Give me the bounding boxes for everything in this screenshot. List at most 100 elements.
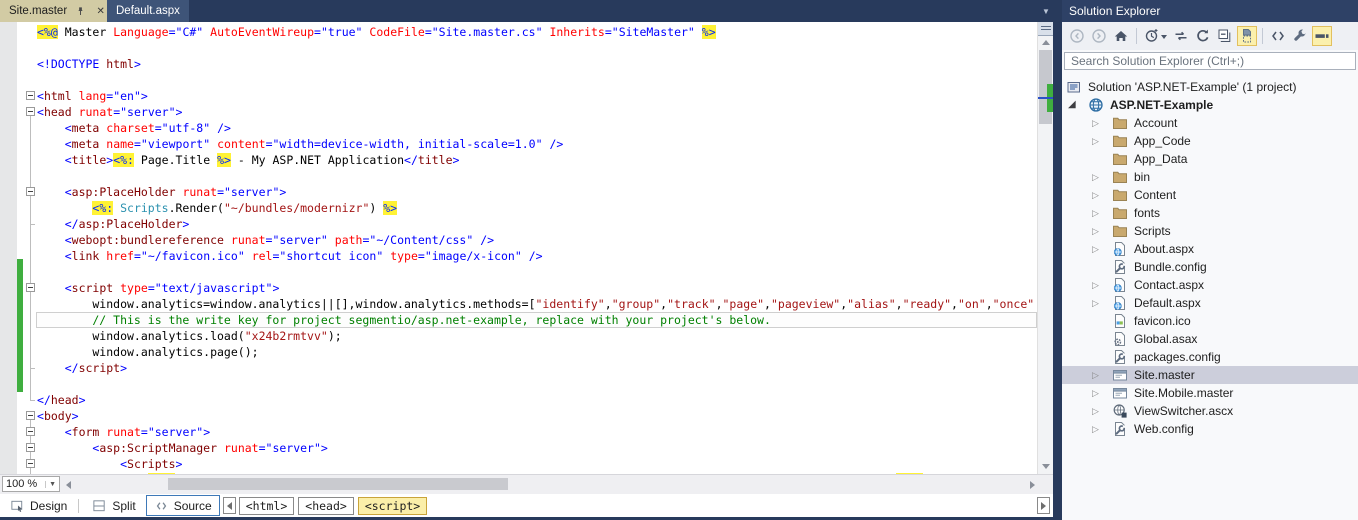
- properties-icon[interactable]: [1290, 26, 1310, 46]
- code-line-27[interactable]: <asp:ScriptManager runat="server">: [37, 440, 328, 456]
- history-icon[interactable]: [1142, 26, 1162, 46]
- tree-item-fonts[interactable]: ▷fonts: [1062, 204, 1358, 222]
- expand-arrow-icon[interactable]: ▷: [1092, 188, 1099, 202]
- scroll-left-icon[interactable]: [66, 481, 71, 489]
- view-code-icon[interactable]: [1268, 26, 1288, 46]
- scroll-right-icon[interactable]: [1030, 481, 1035, 489]
- tree-item-viewswitcher-ascx[interactable]: ▷ViewSwitcher.ascx: [1062, 402, 1358, 420]
- tree-item-favicon-ico[interactable]: favicon.ico: [1062, 312, 1358, 330]
- tab-site-master[interactable]: Site.master ✕: [0, 0, 116, 22]
- solution-explorer-search-input[interactable]: Search Solution Explorer (Ctrl+;): [1064, 52, 1356, 70]
- code-line-28[interactable]: <Scripts>: [37, 456, 182, 472]
- view-button-source[interactable]: Source: [146, 495, 220, 516]
- tree-item-label: packages.config: [1134, 350, 1221, 364]
- code-line-13[interactable]: </asp:PlaceHolder>: [37, 216, 189, 232]
- close-icon[interactable]: ✕: [94, 5, 107, 18]
- breadcrumb-scroll-left-button[interactable]: [223, 497, 236, 514]
- collapse-all-icon[interactable]: [1215, 26, 1235, 46]
- breadcrumb-tag-chip[interactable]: <head>: [298, 497, 354, 515]
- splitter-handle-icon[interactable]: [1038, 22, 1053, 36]
- tree-item-site-master[interactable]: ▷Site.master: [1062, 366, 1358, 384]
- pin-icon[interactable]: [74, 5, 87, 18]
- tree-item-global-asax[interactable]: Global.asax: [1062, 330, 1358, 348]
- document-well-dropdown-icon[interactable]: ▼: [1042, 7, 1050, 16]
- tree-item-site-mobile-master[interactable]: ▷Site.Mobile.master: [1062, 384, 1358, 402]
- tree-item-account[interactable]: ▷Account: [1062, 114, 1358, 132]
- expand-arrow-icon[interactable]: ▷: [1092, 404, 1099, 418]
- tree-item-default-aspx[interactable]: ▷Default.aspx: [1062, 294, 1358, 312]
- home-icon[interactable]: [1111, 26, 1131, 46]
- tree-item-about-aspx[interactable]: ▷About.aspx: [1062, 240, 1358, 258]
- expand-arrow-icon[interactable]: ▷: [1092, 296, 1099, 310]
- tree-item-web-config[interactable]: ▷Web.config: [1062, 420, 1358, 438]
- code-line-12[interactable]: <%: Scripts.Render("~/bundles/modernizr"…: [37, 200, 397, 216]
- editor-vertical-scrollbar[interactable]: [1037, 22, 1053, 474]
- refresh-icon[interactable]: [1193, 26, 1213, 46]
- back-icon[interactable]: [1067, 26, 1087, 46]
- code-line-5[interactable]: <html lang="en">: [37, 88, 148, 104]
- expand-arrow-icon[interactable]: ▷: [1092, 368, 1099, 382]
- breadcrumb-tag-chip[interactable]: <html>: [239, 497, 295, 515]
- code-line-14[interactable]: <webopt:bundlereference runat="server" p…: [37, 232, 494, 248]
- code-line-3[interactable]: <!DOCTYPE html>: [37, 56, 141, 72]
- expand-arrow-icon[interactable]: ▷: [1092, 224, 1099, 238]
- aspx-page-icon: [1112, 277, 1128, 293]
- view-button-design[interactable]: Design: [2, 495, 75, 516]
- solution-explorer-title[interactable]: Solution Explorer: [1062, 0, 1358, 22]
- code-line-11[interactable]: <asp:PlaceHolder runat="server">: [37, 184, 286, 200]
- config-icon: [1112, 349, 1128, 365]
- tree-item-label: bin: [1134, 170, 1150, 184]
- expand-arrow-icon[interactable]: ▷: [1092, 116, 1099, 130]
- expand-arrow-icon[interactable]: ▷: [1092, 422, 1099, 436]
- tree-item-contact-aspx[interactable]: ▷Contact.aspx: [1062, 276, 1358, 294]
- code-editor[interactable]: <%@ Master Language="C#" AutoEventWireup…: [0, 22, 1053, 474]
- solution-explorer-panel: Solution Explorer Search Solution Explor…: [1062, 0, 1358, 520]
- view-button-split[interactable]: Split: [84, 495, 143, 516]
- breadcrumb-tag-chip[interactable]: <script>: [358, 497, 427, 515]
- preview-selected-icon[interactable]: [1312, 26, 1332, 46]
- tab-default-aspx[interactable]: Default.aspx: [107, 0, 189, 22]
- code-line-18[interactable]: window.analytics=window.analytics||[],wi…: [37, 296, 1034, 312]
- scroll-up-icon[interactable]: [1042, 40, 1050, 45]
- tree-item-content[interactable]: ▷Content: [1062, 186, 1358, 204]
- tree-item-scripts[interactable]: ▷Scripts: [1062, 222, 1358, 240]
- code-line-15[interactable]: <link href="~/favicon.ico" rel="shortcut…: [37, 248, 543, 264]
- horizontal-scroll-thumb[interactable]: [168, 478, 508, 490]
- expand-arrow-icon[interactable]: ▷: [1092, 134, 1099, 148]
- tree-item-bundle-config[interactable]: Bundle.config: [1062, 258, 1358, 276]
- expand-arrow-icon[interactable]: ▷: [1092, 206, 1099, 220]
- expand-arrow-icon[interactable]: ▷: [1092, 242, 1099, 256]
- code-line-17[interactable]: <script type="text/javascript">: [37, 280, 279, 296]
- sync-with-active-document-icon[interactable]: [1171, 26, 1191, 46]
- code-line-24[interactable]: </head>: [37, 392, 86, 408]
- tree-item-asp-net-example[interactable]: ◢ASP.NET-Example: [1062, 96, 1358, 114]
- breadcrumb-scroll-right-button[interactable]: [1037, 497, 1050, 514]
- code-line-22[interactable]: </script>: [37, 360, 127, 376]
- breadcrumb: <html><head><script>: [239, 497, 431, 515]
- forward-icon[interactable]: [1089, 26, 1109, 46]
- show-all-files-icon[interactable]: [1237, 26, 1257, 46]
- code-line-19[interactable]: // This is the write key for project seg…: [37, 312, 771, 328]
- code-line-1[interactable]: <%@ Master Language="C#" AutoEventWireup…: [37, 24, 716, 40]
- expand-arrow-icon[interactable]: ▷: [1092, 386, 1099, 400]
- code-line-26[interactable]: <form runat="server">: [37, 424, 210, 440]
- tree-item-app-code[interactable]: ▷App_Code: [1062, 132, 1358, 150]
- code-line-7[interactable]: <meta charset="utf-8" />: [37, 120, 231, 136]
- expand-arrow-icon[interactable]: ▷: [1092, 170, 1099, 184]
- code-line-21[interactable]: window.analytics.page();: [37, 344, 259, 360]
- code-line-25[interactable]: <body>: [37, 408, 79, 424]
- tree-item-app-data[interactable]: App_Data: [1062, 150, 1358, 168]
- tree-item-solution-asp-net-example-1-project[interactable]: Solution 'ASP.NET-Example' (1 project): [1062, 78, 1358, 96]
- zoom-level-combo[interactable]: 100 % ▼: [2, 476, 60, 492]
- code-line-20[interactable]: window.analytics.load("x24b2rmtvv");: [37, 328, 342, 344]
- asax-icon: [1112, 331, 1128, 347]
- expand-arrow-icon[interactable]: ▷: [1092, 278, 1099, 292]
- tree-item-bin[interactable]: ▷ bin: [1062, 168, 1358, 186]
- tree-item-packages-config[interactable]: packages.config: [1062, 348, 1358, 366]
- code-lines[interactable]: <%@ Master Language="C#" AutoEventWireup…: [0, 22, 1037, 474]
- code-line-9[interactable]: <title><%: Page.Title %> - My ASP.NET Ap…: [37, 152, 459, 168]
- scroll-down-icon[interactable]: [1042, 464, 1050, 469]
- code-line-8[interactable]: <meta name="viewport" content="width=dev…: [37, 136, 563, 152]
- code-line-6[interactable]: <head runat="server">: [37, 104, 182, 120]
- collapse-arrow-icon[interactable]: ◢: [1068, 98, 1076, 112]
